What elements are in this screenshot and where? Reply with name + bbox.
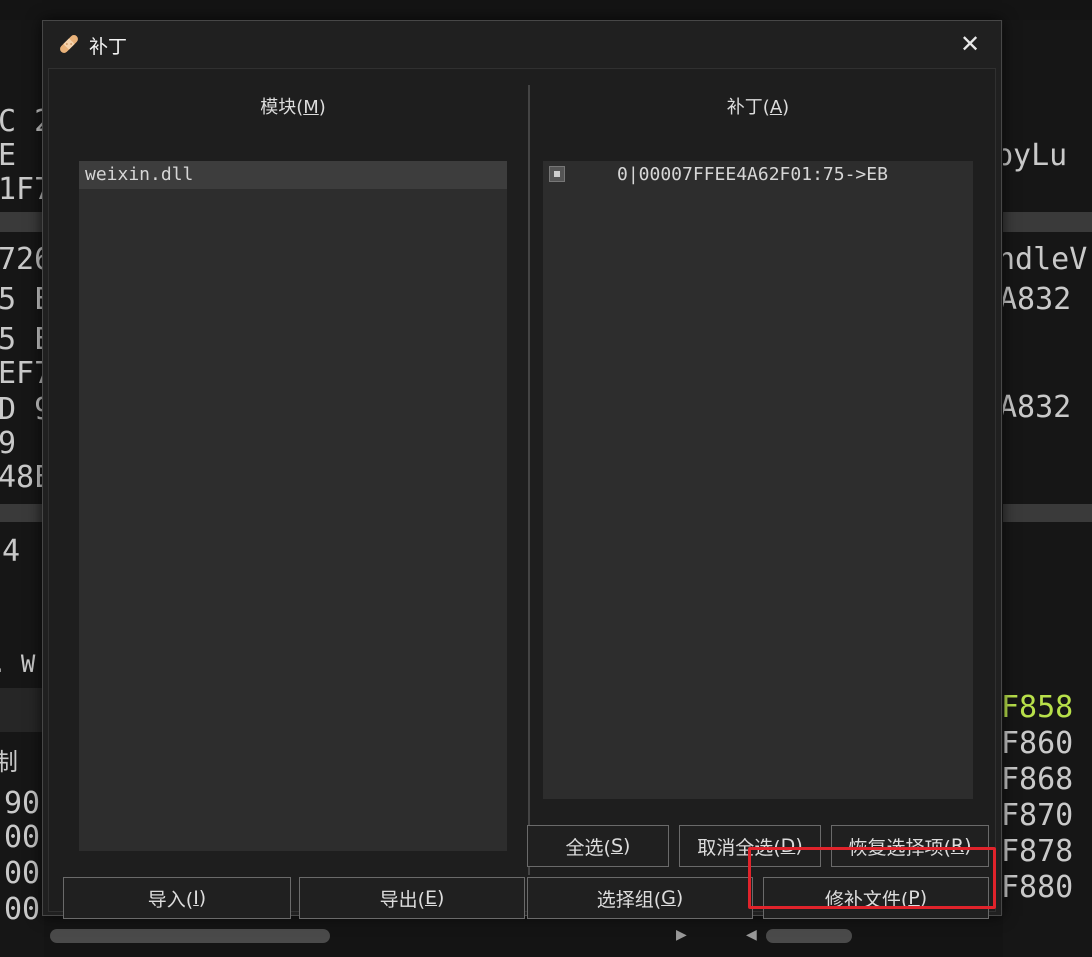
export-button[interactable]: 导出(E) — [299, 877, 525, 919]
bg-right-line-current: F858 — [1003, 690, 1074, 725]
bandage-icon — [57, 32, 81, 56]
bg-left-line: 制 — [0, 748, 18, 776]
bg-right-line: F870 — [1003, 798, 1074, 833]
select-group-label: 选择组( — [596, 888, 662, 911]
import-label: 导入( — [147, 888, 194, 911]
bg-left-line: 1F7 — [0, 172, 44, 207]
bg-band — [0, 504, 44, 522]
background-top-bar — [0, 0, 1092, 20]
modules-list[interactable]: weixin.dll — [79, 161, 507, 851]
bg-right-line: ndleV — [1003, 242, 1088, 277]
select-group-button[interactable]: 选择组(G) — [527, 877, 753, 919]
bg-right-line: F880 — [1003, 870, 1074, 905]
dialog-title: 补丁 — [89, 36, 128, 58]
bg-band — [0, 212, 44, 232]
bg-left-line: EF7 — [0, 356, 44, 391]
patches-title-key: A — [769, 97, 783, 118]
bg-toolbar — [0, 688, 44, 732]
export-key: E — [424, 887, 437, 909]
background-disassembly-left: C 2 E 1F7 726 5 E 5 E EF7 D 9 9 48E 4 . … — [0, 20, 44, 957]
bg-left-line: D 9 — [0, 392, 44, 427]
select-all-label: 全选( — [565, 836, 611, 859]
bg-left-line: E — [0, 138, 17, 173]
modules-title-text: 模块( — [260, 97, 304, 118]
bg-left-line: C 2 — [0, 104, 44, 139]
patches-title-text: 补丁( — [726, 97, 770, 118]
bg-band — [1003, 504, 1092, 522]
bg-right-line: A832 — [1003, 390, 1072, 425]
import-button[interactable]: 导入(I) — [63, 877, 291, 919]
list-item-module[interactable]: weixin.dll — [79, 161, 507, 189]
bg-left-line: 4 — [2, 534, 21, 569]
bg-left-line: 90 — [4, 786, 41, 821]
bg-right-line: A832 — [1003, 282, 1072, 317]
highlight-box — [748, 847, 996, 909]
pane-divider[interactable] — [528, 85, 530, 875]
bg-left-line: 00 — [4, 892, 41, 927]
list-item-patch[interactable]: 0|00007FFEE4A62F01:75->EB — [543, 161, 973, 189]
select-group-end: ) — [675, 887, 684, 909]
background-bottom-bar: ▶ ◀ — [44, 915, 1003, 957]
close-icon: ✕ — [959, 30, 981, 58]
bg-left-line: 00 — [4, 856, 41, 891]
select-all-button[interactable]: 全选(S) — [527, 825, 669, 867]
patches-list[interactable]: 0|00007FFEE4A62F01:75->EB — [543, 161, 973, 799]
import-end: ) — [198, 887, 207, 909]
bg-left-line: 726 — [0, 242, 44, 277]
dialog-titlebar[interactable]: 补丁 ✕ — [43, 21, 1001, 67]
background-disassembly-right: pyLu ndleV A832 A832 F858 F860 F868 F870… — [1003, 20, 1092, 957]
export-end: ) — [437, 887, 445, 909]
select-all-end: ) — [623, 835, 631, 857]
bg-band — [1003, 212, 1092, 232]
dialog-content: 模块(M) weixin.dll 补丁(A) 0|00007FFEE4A62F0… — [48, 68, 996, 919]
bg-left-line: 5 E — [0, 282, 44, 317]
scroll-left-arrow-icon[interactable]: ◀ — [746, 927, 757, 943]
bg-left-line: . W — [0, 650, 36, 678]
bg-left-line: 00 — [4, 820, 41, 855]
bg-right-line: F868 — [1003, 762, 1074, 797]
close-button[interactable]: ✕ — [951, 27, 989, 61]
modules-title-end: ) — [318, 97, 326, 118]
select-group-key: G — [661, 887, 676, 909]
patch-dialog: 补丁 ✕ 模块(M) weixin.dll 补丁(A) 0|00007FFEE4… — [42, 20, 1002, 919]
bg-scrollbar-thumb-right[interactable] — [766, 929, 852, 943]
bg-right-line: pyLu — [1003, 138, 1068, 173]
bg-left-line: 9 — [0, 426, 17, 461]
patches-title-end: ) — [782, 97, 790, 118]
select-all-key: S — [610, 835, 624, 857]
scroll-right-arrow-icon[interactable]: ▶ — [676, 927, 687, 943]
export-label: 导出( — [379, 888, 425, 911]
patches-pane-title: 补丁(A) — [543, 93, 973, 119]
patch-entry-text: 0|00007FFEE4A62F01:75->EB — [617, 164, 888, 185]
modules-pane-title: 模块(M) — [79, 93, 507, 119]
patch-checkbox[interactable] — [549, 166, 565, 182]
bg-scrollbar-thumb[interactable] — [50, 929, 330, 943]
bg-left-line: 5 E — [0, 322, 44, 357]
bg-right-line: F860 — [1003, 726, 1074, 761]
modules-title-key: M — [303, 97, 319, 118]
bg-right-line: F878 — [1003, 834, 1074, 869]
bg-left-line: 48E — [0, 460, 44, 495]
